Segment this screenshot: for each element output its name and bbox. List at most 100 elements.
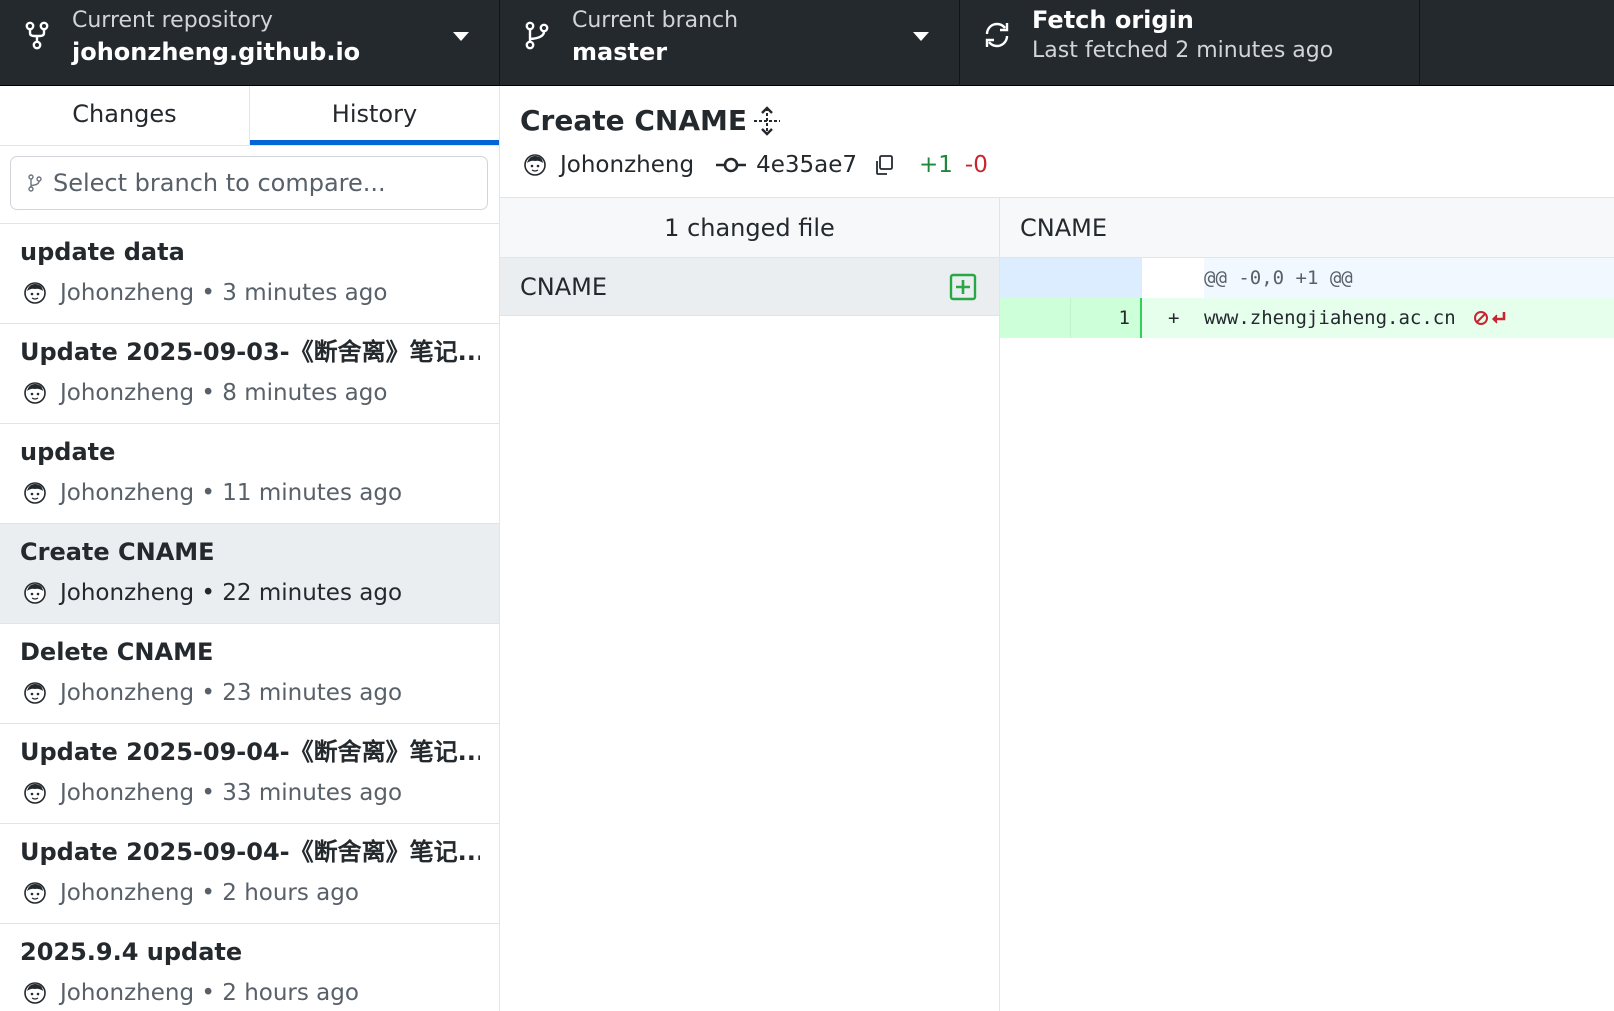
fetch-status: Last fetched 2 minutes ago <box>1032 38 1334 63</box>
commit-meta: Johonzheng 4e35ae7 +1 -0 <box>524 148 988 182</box>
meta-separator: • <box>194 480 223 506</box>
commit-list-title: Update 2025-09-03-《断舍离》笔记.... <box>20 338 480 366</box>
commit-list-item[interactable]: Delete CNAME Johonzheng • 23 minutes ago <box>0 624 499 724</box>
avatar-icon <box>24 882 46 904</box>
commit-title: Create CNAME <box>520 104 748 137</box>
diff-line-text: www.zhengjiaheng.ac.cn <box>1204 307 1456 329</box>
commit-list-meta: Johonzheng • 23 minutes ago <box>24 676 402 710</box>
diff-line-added[interactable]: 1 + www.zhengjiaheng.ac.cn <box>1000 298 1614 338</box>
caret-down-icon <box>913 32 929 41</box>
commit-list-author: Johonzheng <box>60 780 195 806</box>
avatar-icon <box>24 782 46 804</box>
lines-added: +1 <box>919 152 953 178</box>
meta-separator: • <box>194 880 223 906</box>
commit-list-meta: Johonzheng • 33 minutes ago <box>24 776 402 810</box>
commit-list-meta: Johonzheng • 8 minutes ago <box>24 376 387 410</box>
hunk-gutter <box>1000 258 1142 298</box>
commit-list-item[interactable]: update data Johonzheng • 3 minutes ago <box>0 224 499 324</box>
commit-list-time: 33 minutes ago <box>222 780 403 806</box>
avatar-icon <box>24 382 46 404</box>
expand-icon[interactable] <box>750 104 784 138</box>
sync-icon <box>985 22 1009 48</box>
new-line-number: 1 <box>1071 298 1142 338</box>
compare-branch-input[interactable] <box>53 157 473 209</box>
commit-list-time: 2 hours ago <box>222 880 359 906</box>
avatar-icon <box>24 282 46 304</box>
fetch-origin-button[interactable]: Fetch origin Last fetched 2 minutes ago <box>960 0 1420 86</box>
app-window: Current repository johonzheng.github.io … <box>0 0 1614 1011</box>
commit-list-title: Delete CNAME <box>20 638 214 666</box>
meta-separator: • <box>194 580 223 606</box>
tab-bar: Changes History <box>0 86 499 146</box>
meta-separator: • <box>194 980 223 1006</box>
commit-list-author: Johonzheng <box>60 380 195 406</box>
changed-files-header: 1 changed file <box>500 198 999 258</box>
commit-author: Johonzheng <box>560 152 695 178</box>
caret-down-icon <box>453 32 469 41</box>
meta-separator: • <box>194 680 223 706</box>
commit-list-title: Create CNAME <box>20 538 215 566</box>
old-line-number <box>1000 298 1071 338</box>
commit-list-author: Johonzheng <box>60 580 195 606</box>
lines-deleted: -0 <box>964 152 988 178</box>
repository-selector[interactable]: Current repository johonzheng.github.io <box>0 0 500 86</box>
commit-list-time: 11 minutes ago <box>222 480 403 506</box>
toolbar: Current repository johonzheng.github.io … <box>0 0 1614 86</box>
hunk-text: @@ -0,0 +1 @@ <box>1204 258 1614 298</box>
file-added-icon <box>949 273 977 301</box>
fetch-title: Fetch origin <box>1032 6 1194 34</box>
avatar-icon <box>24 982 46 1004</box>
compare-branch-box[interactable] <box>10 156 488 210</box>
commit-list-meta: Johonzheng • 22 minutes ago <box>24 576 402 610</box>
branch-name: master <box>572 38 668 66</box>
commit-list-item[interactable]: Update 2025-09-03-《断舍离》笔记.... Johonzheng … <box>0 324 499 424</box>
avatar-icon <box>24 482 46 504</box>
sidebar: Changes History update data Johonzheng • … <box>0 86 500 1011</box>
commit-list-meta: Johonzheng • 2 hours ago <box>24 876 359 910</box>
tab-history[interactable]: History <box>250 86 499 145</box>
tab-changes[interactable]: Changes <box>0 86 250 145</box>
commit-list-meta: Johonzheng • 3 minutes ago <box>24 276 387 310</box>
diff-sign: + <box>1168 307 1180 329</box>
commit-list-title: Update 2025-09-04-《断舍离》笔记.... <box>20 738 480 766</box>
commit-sha[interactable]: 4e35ae7 <box>756 152 857 178</box>
meta-separator: • <box>194 280 223 306</box>
avatar-icon <box>24 582 46 604</box>
repo-icon <box>25 21 49 50</box>
commit-list-author: Johonzheng <box>60 880 195 906</box>
commit-list-item[interactable]: Update 2025-09-04-《断舍离》笔记.... Johonzheng … <box>0 824 499 924</box>
meta-separator: • <box>194 380 223 406</box>
commit-list-time: 8 minutes ago <box>222 380 388 406</box>
commit-list-author: Johonzheng <box>60 980 195 1006</box>
no-newline-icon <box>1474 311 1506 325</box>
commit-list-title: 2025.9.4 update <box>20 938 243 966</box>
commit-list-time: 3 minutes ago <box>222 280 388 306</box>
commit-list-author: Johonzheng <box>60 680 195 706</box>
branch-icon <box>525 21 549 50</box>
commit-list-item[interactable]: 2025.9.4 update Johonzheng • 2 hours ago <box>0 924 499 1011</box>
commit-list-title: update data <box>20 238 185 266</box>
commit-list-time: 22 minutes ago <box>222 580 403 606</box>
avatar-icon <box>524 154 546 176</box>
diff-hunk-header: @@ -0,0 +1 @@ <box>1000 258 1614 298</box>
commit-icon <box>716 157 747 173</box>
repository-label: Current repository <box>72 8 273 33</box>
commit-list: update data Johonzheng • 3 minutes ago Upd… <box>0 224 499 1011</box>
compare-bar <box>0 146 499 224</box>
commit-list-title: Update 2025-09-04-《断舍离》笔记.... <box>20 838 480 866</box>
commit-summary: Create CNAME Johonzheng 4e35ae7 +1 -0 <box>500 86 1614 198</box>
file-row[interactable]: CNAME <box>500 258 999 316</box>
commit-list-meta: Johonzheng • 2 hours ago <box>24 976 359 1010</box>
commit-list-item[interactable]: update Johonzheng • 11 minutes ago <box>0 424 499 524</box>
commit-list-author: Johonzheng <box>60 480 195 506</box>
branch-selector[interactable]: Current branch master <box>500 0 960 86</box>
git-branch-icon <box>28 174 42 192</box>
commit-list-item[interactable]: Create CNAME Johonzheng • 22 minutes ago <box>0 524 499 624</box>
file-name: CNAME <box>520 273 607 301</box>
commit-list-time: 23 minutes ago <box>222 680 403 706</box>
commit-list-item[interactable]: Update 2025-09-04-《断舍离》笔记.... Johonzheng … <box>0 724 499 824</box>
diff-pane: CNAME @@ -0,0 +1 @@ 1 + www.zhengjiaheng… <box>1000 198 1614 1011</box>
commit-list-time: 2 hours ago <box>222 980 359 1006</box>
copy-icon[interactable] <box>873 154 895 176</box>
avatar-icon <box>24 682 46 704</box>
